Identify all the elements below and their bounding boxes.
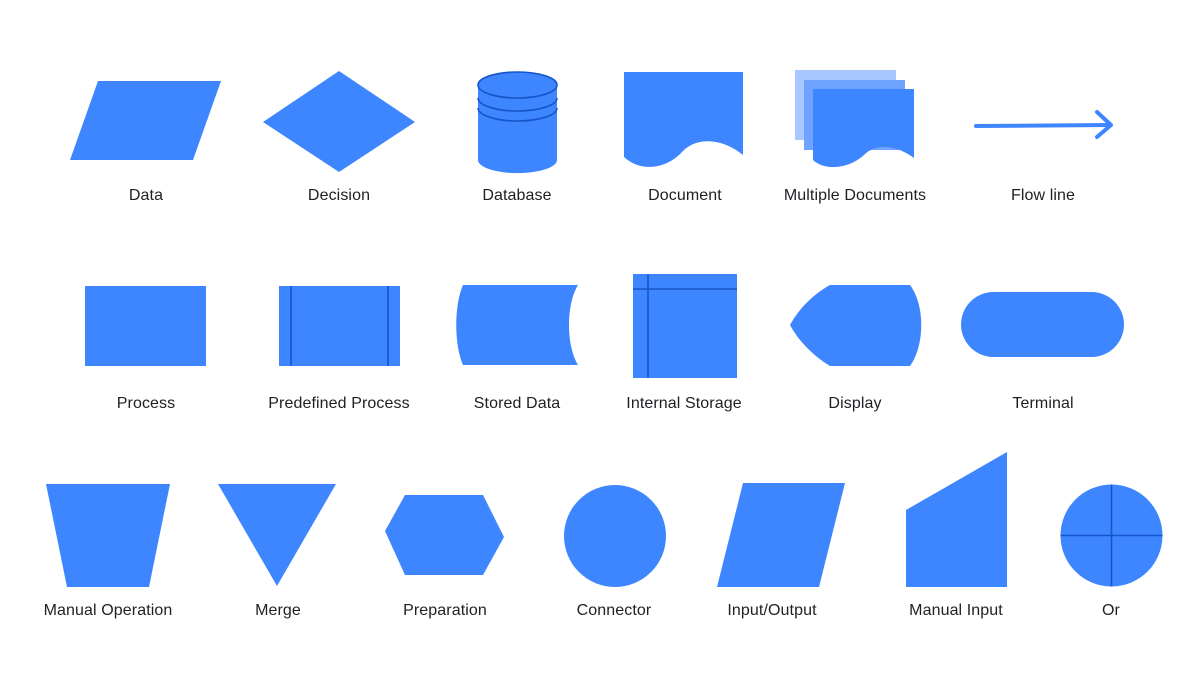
stored-data-shape [456,285,578,365]
label-connector: Connector [576,602,652,619]
preparation-shape [385,495,504,575]
label-manual-input: Manual Input [909,602,1003,619]
symbol-or [1060,484,1163,587]
label-decision: Decision [307,187,371,204]
data-shape [70,81,221,160]
label-preparation: Preparation [403,602,487,619]
label-predefined-process: Predefined Process [268,395,410,412]
label-document: Document [648,187,722,204]
label-terminal: Terminal [1012,395,1074,412]
label-input-output: Input/Output [727,602,817,619]
input-output-shape [717,483,845,587]
label-internal-storage: Internal Storage [626,395,742,412]
symbol-document [624,72,743,167]
label-data: Data [128,187,164,204]
symbol-flow-line [974,110,1113,139]
symbol-database [477,71,558,174]
symbols-canvas [46,70,1163,587]
terminal-shape [961,292,1124,357]
decision-shape [263,71,415,172]
flow-line-shaft [974,123,1112,128]
manual-input-shape [906,452,1007,587]
symbol-data [70,81,221,160]
symbol-connector [564,485,666,587]
symbol-manual-input [906,452,1007,587]
connector-shape [564,485,666,587]
label-multiple-documents: Multiple Documents [783,187,927,204]
symbol-merge [218,484,336,586]
symbol-display [790,285,922,366]
process-shape [85,286,206,366]
symbol-preparation [385,495,504,575]
label-stored-data: Stored Data [473,395,561,412]
database-shape [478,71,557,174]
document-stack-front [813,89,914,168]
symbol-decision [263,71,415,172]
merge-shape [218,484,336,586]
symbol-predefined-process [279,286,400,366]
symbol-multiple-documents [795,70,914,168]
label-or: Or [1102,602,1120,619]
label-manual-operation: Manual Operation [43,602,173,619]
label-process: Process [116,395,176,412]
predefined-process-shape [279,286,400,366]
display-shape [790,285,922,366]
label-display: Display [828,395,882,412]
symbol-manual-operation [46,484,170,587]
label-database: Database [482,187,552,204]
symbol-internal-storage [633,274,737,378]
document-shape [624,72,743,167]
symbol-terminal [961,292,1124,357]
label-flow-line: Flow line [1010,187,1076,204]
symbol-input-output [717,483,845,587]
symbol-stored-data [456,285,578,365]
symbol-process [85,286,206,366]
flowchart-symbols-sheet: Data Decision Database Document Multiple… [0,0,1201,691]
label-merge: Merge [255,602,301,619]
manual-operation-shape [46,484,170,587]
